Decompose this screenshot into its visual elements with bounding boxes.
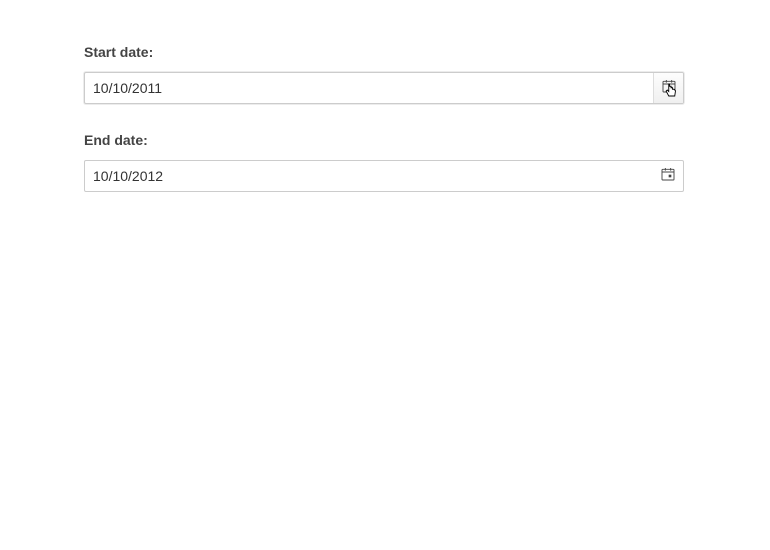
calendar-icon [661,78,677,99]
start-date-label: Start date: [84,44,686,60]
start-date-input-wrapper [84,72,684,104]
start-date-group: Start date: [84,44,686,104]
end-date-input-wrapper [84,160,684,192]
end-date-calendar-button[interactable] [653,161,683,191]
start-date-input[interactable] [85,73,653,103]
end-date-label: End date: [84,132,686,148]
end-date-group: End date: [84,132,686,192]
start-date-calendar-button[interactable] [653,73,683,103]
calendar-icon [660,166,676,187]
end-date-input[interactable] [85,161,653,191]
